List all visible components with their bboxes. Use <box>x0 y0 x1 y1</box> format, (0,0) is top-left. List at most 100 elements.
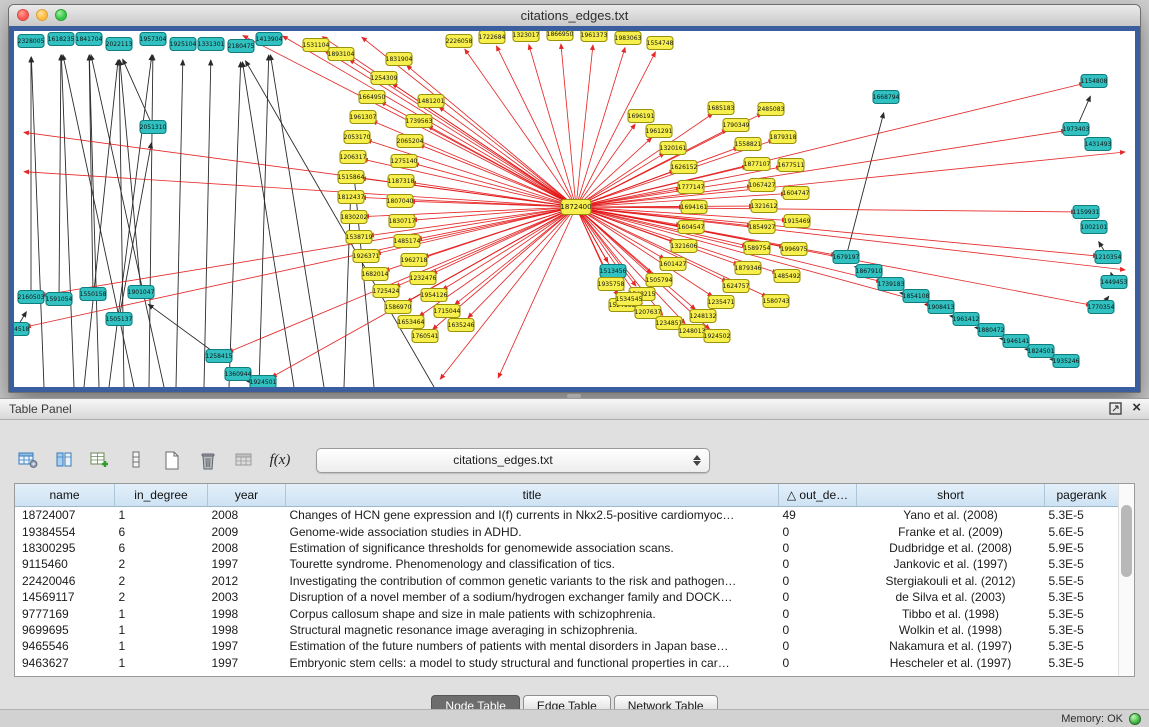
network-node[interactable]: 1831904 <box>386 53 413 66</box>
network-node[interactable]: 1962718 <box>401 254 428 267</box>
table-cell[interactable]: 5.3E-5 <box>1045 655 1119 671</box>
network-node[interactable]: 1715044 <box>434 305 461 318</box>
network-node[interactable]: 1725424 <box>373 285 400 298</box>
network-node[interactable]: 1505794 <box>646 274 673 287</box>
table-cell[interactable]: Wolkin et al. (1998) <box>857 622 1045 638</box>
network-node[interactable]: 1739563 <box>406 115 433 128</box>
network-node[interactable]: 1550158 <box>80 288 107 301</box>
network-node[interactable]: 1513456 <box>600 265 627 278</box>
network-node[interactable]: 1320161 <box>660 142 687 155</box>
network-node[interactable]: 1206317 <box>340 151 367 164</box>
network-node[interactable]: 1893104 <box>328 48 355 61</box>
table-row[interactable]: 969969511998Structural magnetic resonanc… <box>15 622 1119 638</box>
network-node[interactable]: 1258415 <box>206 350 233 363</box>
network-node[interactable]: 1961412 <box>953 313 980 326</box>
network-node[interactable]: 1067427 <box>749 179 776 192</box>
network-node[interactable]: 1925104 <box>170 38 197 51</box>
network-node[interactable]: 2022113 <box>106 38 133 51</box>
table-cell[interactable]: 2 <box>115 573 208 589</box>
network-node[interactable]: 1248013 <box>679 325 706 338</box>
network-node[interactable]: 1275140 <box>391 155 418 168</box>
table-row[interactable]: 977716911998Corpus callosum shape and si… <box>15 605 1119 621</box>
delete-table-icon[interactable] <box>194 446 222 474</box>
network-node[interactable]: 1554748 <box>647 37 674 50</box>
network-node[interactable]: 1591054 <box>46 293 73 306</box>
table-cell[interactable]: Franke et al. (2009) <box>857 523 1045 539</box>
network-node[interactable]: 1812437 <box>338 191 365 204</box>
table-cell[interactable]: Disruption of a novel member of a sodium… <box>286 589 779 605</box>
table-cell[interactable]: 5.9E-5 <box>1045 540 1119 556</box>
table-cell[interactable]: 2 <box>115 589 208 605</box>
network-node[interactable]: 1235471 <box>708 296 735 309</box>
network-node[interactable]: 1604547 <box>678 221 705 234</box>
table-cell[interactable]: 2003 <box>208 589 286 605</box>
table-cell[interactable]: 1 <box>115 605 208 621</box>
network-node[interactable]: 1696191 <box>628 110 655 123</box>
network-node[interactable]: 1961373 <box>581 31 608 42</box>
table-cell[interactable]: 1 <box>115 638 208 654</box>
table-cell[interactable]: Hescheler et al. (1997) <box>857 655 1045 671</box>
network-node[interactable]: 1604747 <box>783 187 810 200</box>
network-node[interactable]: 1677511 <box>778 159 805 172</box>
table-cell[interactable]: Embryonic stem cells: a model to study s… <box>286 655 779 671</box>
network-node[interactable]: 1635246 <box>448 319 475 332</box>
network-node[interactable]: 1304518 <box>14 323 30 336</box>
network-node[interactable]: 1538719 <box>346 231 373 244</box>
network-node[interactable]: 1210354 <box>1095 251 1122 264</box>
network-node[interactable]: 1668794 <box>873 91 900 104</box>
table-cell[interactable]: Estimation of the future numbers of pati… <box>286 638 779 654</box>
table-cell[interactable]: 9463627 <box>15 655 115 671</box>
table-cell[interactable]: 6 <box>115 540 208 556</box>
table-cell[interactable]: 5.3E-5 <box>1045 622 1119 638</box>
table-cell[interactable]: 0 <box>779 655 857 671</box>
table-cell[interactable]: 49 <box>779 507 857 524</box>
network-node[interactable]: 1915469 <box>784 215 811 228</box>
column-header[interactable]: year <box>208 484 286 507</box>
show-columns-icon[interactable] <box>50 446 78 474</box>
table-cell[interactable]: 14569117 <box>15 589 115 605</box>
table-cell[interactable]: 0 <box>779 605 857 621</box>
table-cell[interactable]: 1997 <box>208 638 286 654</box>
network-node[interactable]: 1531104 <box>303 39 330 52</box>
network-node[interactable]: 1154808 <box>1081 75 1108 88</box>
table-scrollbar[interactable] <box>1118 484 1134 676</box>
network-node[interactable]: 1159931 <box>1073 206 1100 219</box>
table-cell[interactable]: 1 <box>115 622 208 638</box>
network-node[interactable]: 1954126 <box>421 289 448 302</box>
network-node[interactable]: 1996975 <box>781 243 808 256</box>
network-node[interactable]: 1877107 <box>744 158 771 171</box>
network-node[interactable]: 1983063 <box>615 32 642 45</box>
network-node[interactable]: 1722684 <box>479 31 506 44</box>
table-cell[interactable]: Structural magnetic resonance image aver… <box>286 622 779 638</box>
table-cell[interactable]: 18724007 <box>15 507 115 524</box>
table-cell[interactable]: 18300295 <box>15 540 115 556</box>
network-node[interactable]: 1254309 <box>371 72 398 85</box>
float-panel-icon[interactable] <box>1109 402 1122 415</box>
window-titlebar[interactable]: citations_edges.txt <box>9 5 1140 27</box>
scrollbar-thumb[interactable] <box>1121 505 1132 577</box>
column-header[interactable]: △ out_de… <box>779 484 857 507</box>
network-node[interactable]: 1413904 <box>256 33 283 46</box>
network-node[interactable]: 1558821 <box>735 138 762 151</box>
table-row[interactable]: 1456911722003Disruption of a novel membe… <box>15 589 1119 605</box>
table-rows-icon[interactable] <box>122 446 150 474</box>
table-cell[interactable]: 6 <box>115 523 208 539</box>
table-cell[interactable]: 1997 <box>208 556 286 572</box>
network-node[interactable]: 1187318 <box>388 175 415 188</box>
table-cell[interactable]: 0 <box>779 622 857 638</box>
network-node[interactable]: 1481201 <box>418 95 445 108</box>
close-panel-icon[interactable]: × <box>1132 401 1141 415</box>
network-node[interactable]: 1580743 <box>763 295 790 308</box>
network-node[interactable]: 1601427 <box>660 258 687 271</box>
network-node[interactable]: 1926371 <box>353 250 380 263</box>
table-cell[interactable]: 5.5E-5 <box>1045 573 1119 589</box>
network-node[interactable]: 1824501 <box>1028 345 1055 358</box>
table-cell[interactable]: 1997 <box>208 655 286 671</box>
table-cell[interactable]: Corpus callosum shape and size in male p… <box>286 605 779 621</box>
table-select-combo[interactable]: citations_edges.txt <box>316 448 710 473</box>
network-node[interactable]: 1790349 <box>723 119 750 132</box>
table-cell[interactable]: 22420046 <box>15 573 115 589</box>
table-row[interactable]: 2242004622012Investigating the contribut… <box>15 573 1119 589</box>
table-cell[interactable]: Nakamura et al. (1997) <box>857 638 1045 654</box>
network-node[interactable]: 1624757 <box>723 280 750 293</box>
